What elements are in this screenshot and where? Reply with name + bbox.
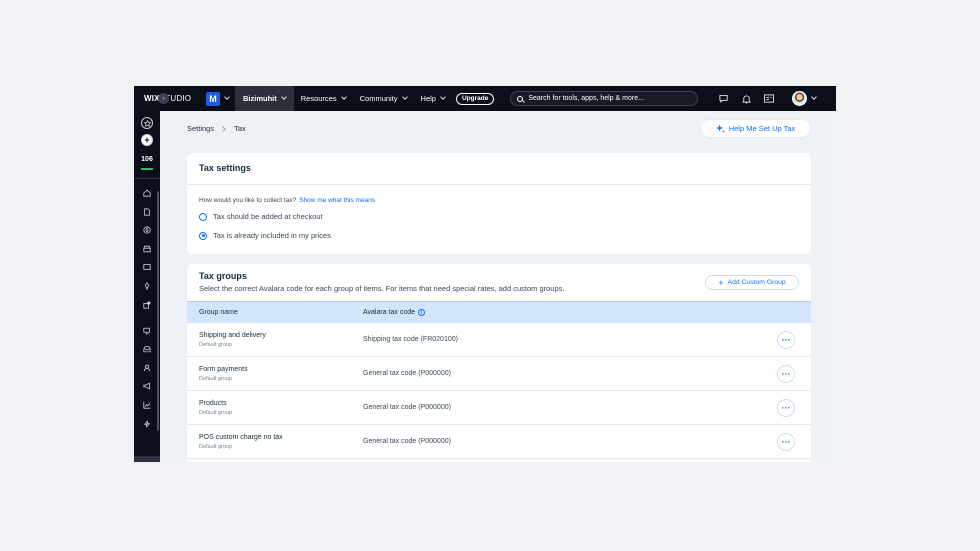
- help-button-label: Help Me Set Up Tax: [728, 124, 796, 133]
- breadcrumb: Settings Tax: [187, 124, 246, 133]
- search-icon: [517, 95, 524, 102]
- breadcrumb-tax: Tax: [234, 124, 246, 133]
- group-name: Products: [199, 400, 227, 407]
- group-type: Default group: [199, 444, 233, 450]
- site-name-menu[interactable]: Bizimuhit: [235, 86, 294, 111]
- add-button[interactable]: +: [141, 134, 153, 146]
- plus-icon: +: [718, 277, 724, 288]
- documents-icon[interactable]: [143, 207, 151, 216]
- table-row[interactable]: POS custom charge no tax Default group G…: [187, 425, 811, 459]
- tax-code: General tax code (P000000): [363, 404, 451, 411]
- more-actions-icon[interactable]: ···: [777, 399, 795, 417]
- store-icon[interactable]: [143, 245, 151, 253]
- more-actions-icon[interactable]: ···: [777, 331, 795, 349]
- chevron-down-icon: [280, 94, 287, 100]
- search-input[interactable]: Search for tools, apps, help & more...: [510, 91, 699, 106]
- avatar: [792, 91, 808, 106]
- sparkle-icon: [715, 124, 725, 133]
- column-label: Avalara tax code: [363, 309, 416, 316]
- breadcrumb-settings[interactable]: Settings: [187, 124, 214, 133]
- radio-button[interactable]: [199, 212, 207, 221]
- radio-add-at-checkout[interactable]: Tax should be added at checkout: [199, 212, 323, 221]
- chevron-down-icon: [340, 94, 347, 100]
- add-custom-group-button[interactable]: + Add Custom Group: [705, 275, 799, 290]
- radio-label: Tax is already included in my prices: [213, 231, 331, 240]
- tax-code: General tax code (P000000): [363, 370, 451, 377]
- more-actions-icon[interactable]: ···: [777, 433, 795, 451]
- radio-button-selected[interactable]: [199, 231, 207, 240]
- tax-groups-card: Tax groups Select the correct Avalara co…: [187, 264, 811, 462]
- group-type: Default group: [199, 376, 233, 382]
- nav-label: Community: [359, 94, 398, 103]
- card-title: Tax groups: [199, 271, 247, 281]
- left-sidebar: + 106: [134, 111, 160, 462]
- divider: [134, 178, 160, 179]
- apps-icon[interactable]: [143, 301, 151, 309]
- divider: [187, 184, 811, 185]
- nav-label: Help: [420, 94, 436, 103]
- nav-help[interactable]: Help: [414, 86, 452, 111]
- chevron-down-icon: [440, 94, 446, 100]
- contacts-icon[interactable]: [143, 364, 151, 372]
- chevron-down-icon: [224, 94, 230, 100]
- group-type: Default group: [199, 410, 233, 416]
- site-logo-icon: M: [206, 91, 220, 106]
- more-actions-icon[interactable]: ···: [777, 365, 795, 383]
- site-switcher[interactable]: M: [202, 86, 235, 111]
- home-icon[interactable]: [143, 189, 151, 197]
- megaphone-icon[interactable]: [143, 382, 151, 390]
- group-name: Shipping and delivery: [199, 332, 266, 339]
- tax-collection-question: How would you like to collect tax? Show m…: [199, 197, 375, 204]
- bell-icon[interactable]: [741, 94, 751, 104]
- account-menu[interactable]: [792, 91, 818, 106]
- card-subtitle: Select the correct Avalara code for each…: [199, 284, 565, 293]
- pen-icon[interactable]: [143, 282, 151, 290]
- question-text: How would you like to collect tax?: [199, 197, 297, 204]
- star-icon[interactable]: [141, 117, 153, 129]
- chevron-right-icon: [220, 125, 226, 132]
- site-name: Bizimuhit: [243, 94, 277, 103]
- table-row[interactable]: Form payments Default group General tax …: [187, 357, 811, 391]
- table-header: Group name Avalara tax code i: [187, 301, 811, 323]
- table-row[interactable]: Products Default group General tax code …: [187, 391, 811, 425]
- media-icon[interactable]: [143, 263, 151, 271]
- setup-progress-count[interactable]: 106: [134, 156, 160, 163]
- browser-icon[interactable]: [764, 94, 775, 104]
- tax-code: Shipping tax code (FR020100): [363, 336, 458, 343]
- tax-code: General tax code (P000000): [363, 438, 451, 445]
- wix-studio-logo[interactable]: WIXSTUDIO: [144, 94, 202, 103]
- automation-icon[interactable]: [143, 420, 151, 428]
- chevron-down-icon: [401, 94, 408, 100]
- search-placeholder: Search for tools, apps, help & more...: [528, 95, 644, 102]
- app-window: WIXSTUDIO M Bizimuhit Resources Communit…: [134, 86, 836, 462]
- info-icon[interactable]: i: [418, 309, 426, 316]
- nav-community[interactable]: Community: [353, 86, 414, 111]
- nav-resources[interactable]: Resources: [294, 86, 353, 111]
- add-button-label: Add Custom Group: [727, 279, 786, 286]
- group-type: Default group: [199, 342, 233, 348]
- inbox-icon[interactable]: [143, 345, 151, 353]
- table-row[interactable]: Shipping and delivery Default group Ship…: [187, 323, 811, 357]
- column-header-group-name: Group name: [199, 309, 238, 316]
- chat-icon[interactable]: [718, 94, 728, 104]
- column-header-avalara-code: Avalara tax code i: [363, 309, 426, 316]
- analytics-icon[interactable]: [143, 401, 151, 409]
- radio-label: Tax should be added at checkout: [213, 212, 323, 221]
- sidebar-scrollbar[interactable]: [157, 191, 159, 431]
- dollar-icon[interactable]: [143, 226, 151, 234]
- sidebar-footer: [134, 456, 160, 462]
- show-me-link[interactable]: Show me what this means: [299, 197, 375, 204]
- card-title: Tax settings: [199, 163, 251, 173]
- help-me-set-up-tax-button[interactable]: Help Me Set Up Tax: [701, 120, 810, 137]
- chevron-right-icon[interactable]: ›: [158, 93, 169, 104]
- top-bar: WIXSTUDIO M Bizimuhit Resources Communit…: [134, 86, 836, 111]
- devices-icon[interactable]: [143, 327, 151, 335]
- upgrade-button[interactable]: Upgrade: [455, 92, 495, 105]
- group-name: POS custom charge no tax: [199, 434, 283, 441]
- group-name: Form payments: [199, 366, 248, 373]
- nav-label: Resources: [300, 94, 337, 103]
- chevron-down-icon: [811, 94, 818, 100]
- setup-progress-bar: [141, 168, 153, 170]
- radio-included-in-prices[interactable]: Tax is already included in my prices: [199, 231, 331, 240]
